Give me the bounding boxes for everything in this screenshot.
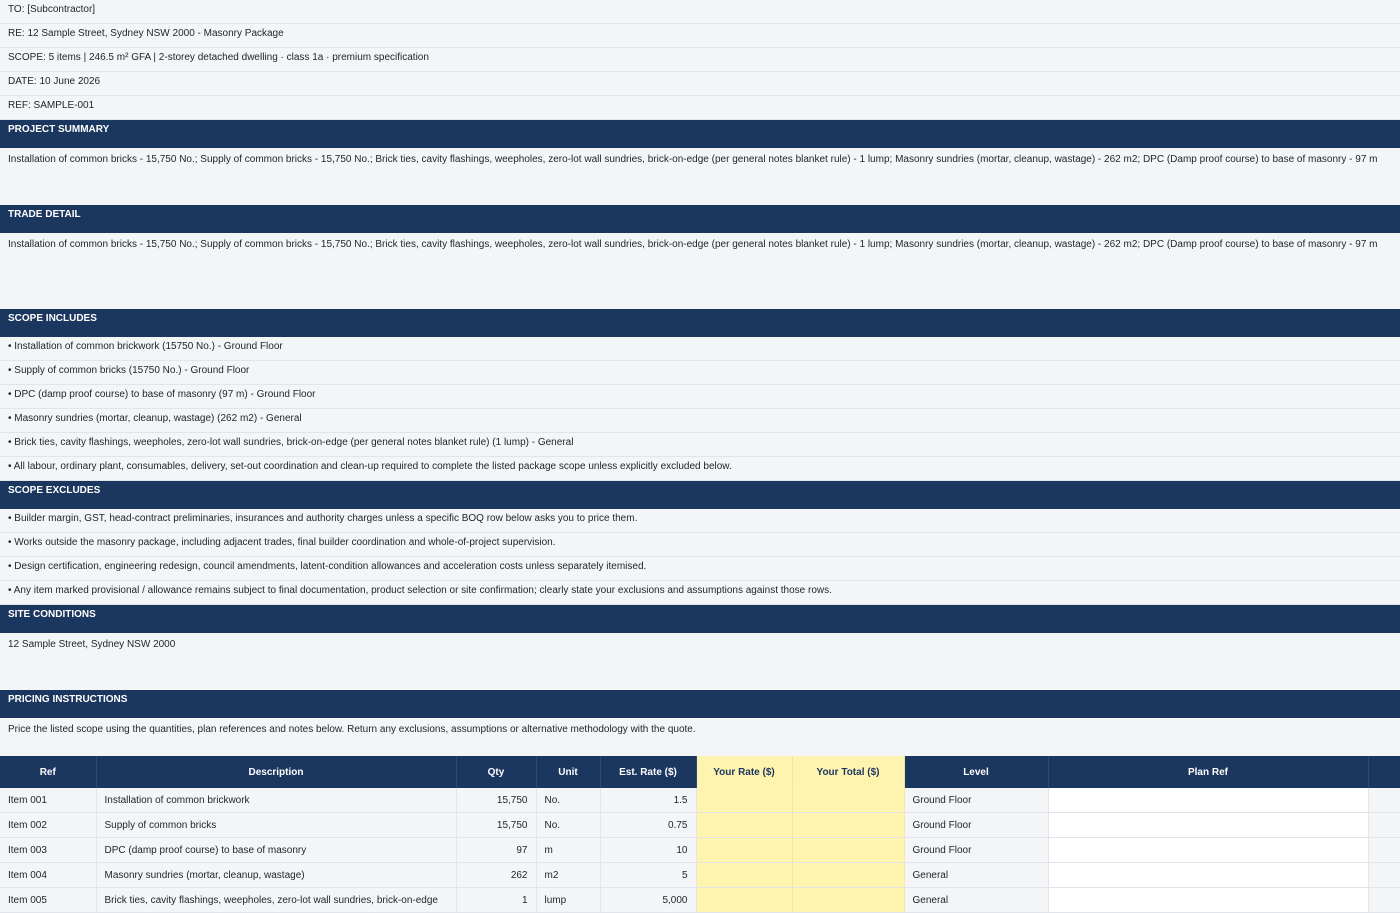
col-plan-ref-header: Plan Ref [1048,756,1369,788]
extra-cell [1368,837,1400,863]
col-unit-header: Unit [536,756,601,788]
table-row: Item 004 Masonry sundries (mortar, clean… [0,862,1400,888]
your-rate-input[interactable] [696,887,793,913]
trade-detail-text: Installation of common bricks - 15,750 N… [0,233,1400,309]
your-total-input[interactable] [792,788,905,813]
col-est-rate-header: Est. Rate ($) [600,756,697,788]
table-row: Item 005 Brick ties, cavity flashings, w… [0,887,1400,913]
description-cell: Brick ties, cavity flashings, weepholes,… [96,887,457,913]
list-item: • Brick ties, cavity flashings, weephole… [0,433,1400,457]
est-rate-cell: 5 [600,862,697,888]
plan-ref-cell[interactable] [1048,788,1369,813]
level-cell: Ground Floor [904,788,1049,813]
col-your-rate-header: Your Rate ($) [696,756,793,788]
col-extra-header [1368,756,1400,788]
your-total-input[interactable] [792,837,905,863]
plan-ref-cell[interactable] [1048,812,1369,838]
ref-cell: Item 005 [0,887,97,913]
qty-cell: 15,750 [456,788,537,813]
list-item: • All labour, ordinary plant, consumable… [0,457,1400,481]
ref-line: REF: SAMPLE-001 [0,96,1400,120]
est-rate-cell: 1.5 [600,788,697,813]
col-qty-header: Qty [456,756,537,788]
level-cell: General [904,862,1049,888]
ref-cell: Item 001 [0,788,97,813]
to-line: TO: [Subcontractor] [0,0,1400,24]
list-item: • Masonry sundries (mortar, cleanup, was… [0,409,1400,433]
list-item: • DPC (damp proof course) to base of mas… [0,385,1400,409]
description-cell: Installation of common brickwork [96,788,457,813]
scope-excludes-list: • Builder margin, GST, head-contract pre… [0,509,1400,605]
your-total-input[interactable] [792,887,905,913]
project-summary-text: Installation of common bricks - 15,750 N… [0,148,1400,205]
extra-cell [1368,812,1400,838]
description-cell: Supply of common bricks [96,812,457,838]
your-rate-input[interactable] [696,862,793,888]
est-rate-cell: 5,000 [600,887,697,913]
level-cell: Ground Floor [904,837,1049,863]
col-description-header: Description [96,756,457,788]
description-cell: Masonry sundries (mortar, cleanup, wasta… [96,862,457,888]
site-conditions-text: 12 Sample Street, Sydney NSW 2000 [0,633,1400,690]
pricing-instructions-text: Price the listed scope using the quantit… [0,718,1400,756]
qty-cell: 262 [456,862,537,888]
your-rate-input[interactable] [696,812,793,838]
list-item: • Installation of common brickwork (1575… [0,337,1400,361]
col-ref-header: Ref [0,756,97,788]
ref-cell: Item 004 [0,862,97,888]
re-line: RE: 12 Sample Street, Sydney NSW 2000 - … [0,24,1400,48]
your-rate-input[interactable] [696,837,793,863]
scope-includes-heading: SCOPE INCLUDES [0,309,1400,337]
extra-cell [1368,862,1400,888]
qty-cell: 1 [456,887,537,913]
unit-cell: No. [536,812,601,838]
col-your-total-header: Your Total ($) [792,756,905,788]
scope-includes-list: • Installation of common brickwork (1575… [0,337,1400,481]
list-item: • Builder margin, GST, head-contract pre… [0,509,1400,533]
table-row: Item 001 Installation of common brickwor… [0,788,1400,813]
your-rate-input[interactable] [696,788,793,813]
level-cell: Ground Floor [904,812,1049,838]
table-row: Item 003 DPC (damp proof course) to base… [0,837,1400,863]
plan-ref-cell[interactable] [1048,837,1369,863]
list-item: • Works outside the masonry package, inc… [0,533,1400,557]
description-cell: DPC (damp proof course) to base of mason… [96,837,457,863]
unit-cell: m2 [536,862,601,888]
list-item: • Supply of common bricks (15750 No.) - … [0,361,1400,385]
list-item: • Design certification, engineering rede… [0,557,1400,581]
letter-header: TO: [Subcontractor] RE: 12 Sample Street… [0,0,1400,120]
unit-cell: lump [536,887,601,913]
level-cell: General [904,887,1049,913]
scope-line: SCOPE: 5 items | 246.5 m² GFA | 2-storey… [0,48,1400,72]
trade-detail-heading: TRADE DETAIL [0,205,1400,233]
list-item: • Any item marked provisional / allowanc… [0,581,1400,605]
site-conditions-heading: SITE CONDITIONS [0,605,1400,633]
boq-table: Ref Description Qty Unit Est. Rate ($) Y… [0,756,1400,913]
your-total-input[interactable] [792,812,905,838]
table-row: Item 002 Supply of common bricks 15,750 … [0,812,1400,838]
plan-ref-cell[interactable] [1048,887,1369,913]
your-total-input[interactable] [792,862,905,888]
project-summary-heading: PROJECT SUMMARY [0,120,1400,148]
pricing-instructions-heading: PRICING INSTRUCTIONS [0,690,1400,718]
qty-cell: 97 [456,837,537,863]
est-rate-cell: 10 [600,837,697,863]
plan-ref-cell[interactable] [1048,862,1369,888]
est-rate-cell: 0.75 [600,812,697,838]
ref-cell: Item 002 [0,812,97,838]
unit-cell: No. [536,788,601,813]
date-line: DATE: 10 June 2026 [0,72,1400,96]
qty-cell: 15,750 [456,812,537,838]
ref-cell: Item 003 [0,837,97,863]
unit-cell: m [536,837,601,863]
extra-cell [1368,788,1400,813]
col-level-header: Level [904,756,1049,788]
extra-cell [1368,887,1400,913]
table-header-row: Ref Description Qty Unit Est. Rate ($) Y… [0,756,1400,788]
scope-excludes-heading: SCOPE EXCLUDES [0,481,1400,509]
